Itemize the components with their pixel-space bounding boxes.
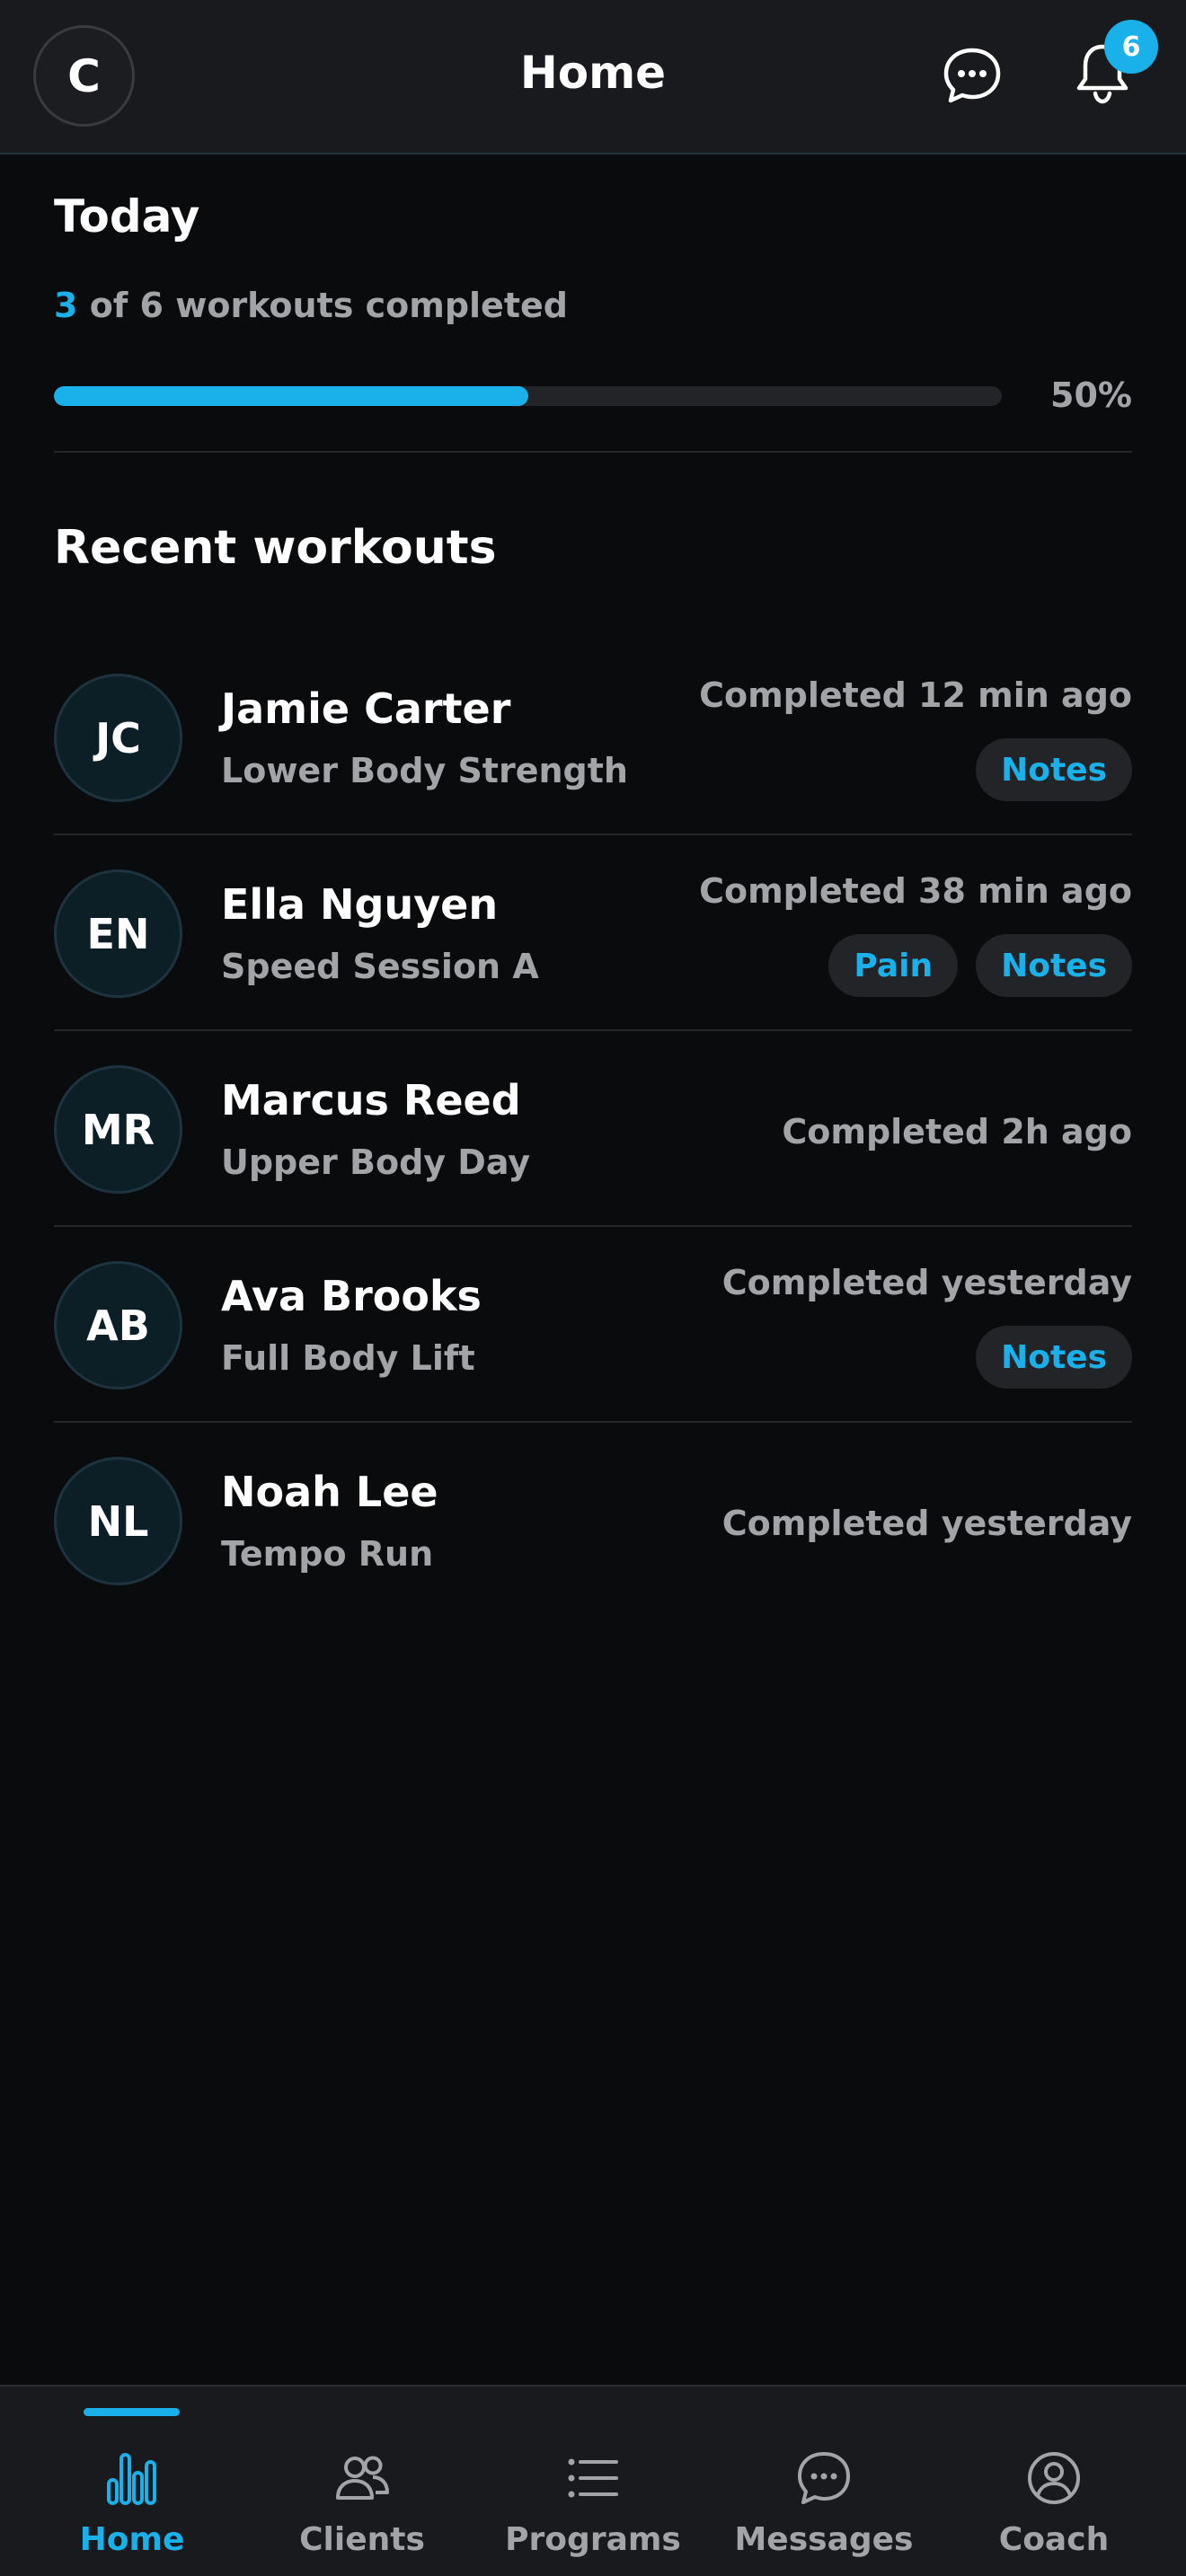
workout-row[interactable]: NL Noah Lee Tempo Run Completed yesterday bbox=[54, 1423, 1132, 1619]
progress-suffix: of 6 workouts completed bbox=[89, 286, 568, 325]
nav-messages-label: Messages bbox=[734, 2521, 914, 2558]
client-name: Ella Nguyen bbox=[221, 880, 499, 929]
tag-pain[interactable]: Pain bbox=[828, 934, 959, 997]
client-avatar: MR bbox=[54, 1065, 182, 1194]
workout-row[interactable]: MR Marcus Reed Upper Body Day Completed 2h … bbox=[54, 1031, 1132, 1227]
workout-program-name: Upper Body Day bbox=[221, 1142, 531, 1182]
client-avatar: AB bbox=[54, 1261, 182, 1389]
nav-clients-label: Clients bbox=[299, 2521, 425, 2558]
chat-bubble-icon[interactable] bbox=[942, 45, 1003, 106]
progress-percent: 50% bbox=[1050, 375, 1132, 415]
workout-row[interactable]: EN Ella Nguyen Speed Session A Completed 38… bbox=[54, 835, 1132, 1031]
client-avatar: EN bbox=[54, 869, 182, 998]
user-circle-icon bbox=[1028, 2452, 1080, 2504]
tag-notes[interactable]: Notes bbox=[976, 1326, 1132, 1389]
recent-workouts-list: JC Jamie Carter Lower Body Strength Complet… bbox=[54, 640, 1132, 1619]
client-avatar: JC bbox=[54, 674, 182, 802]
workout-program-name: Lower Body Strength bbox=[221, 751, 628, 790]
top-bar: C Home 6 bbox=[0, 0, 1186, 154]
nav-home[interactable]: Home bbox=[33, 2386, 231, 2576]
notification-badge: 6 bbox=[1104, 20, 1158, 74]
home-screen: C Home 6 Today 3 of 6 workouts completed… bbox=[0, 0, 1186, 2576]
client-name: Jamie Carter bbox=[221, 684, 511, 733]
workout-row[interactable]: AB Ava Brooks Full Body Lift Completed yest… bbox=[54, 1227, 1132, 1423]
client-name: Noah Lee bbox=[221, 1468, 438, 1516]
progress-bar-fill bbox=[54, 386, 528, 406]
nav-programs-label: Programs bbox=[505, 2521, 681, 2558]
nav-messages[interactable]: Messages bbox=[725, 2386, 923, 2576]
recent-workouts-heading: Recent workouts bbox=[54, 521, 497, 575]
bottom-navigation: Home Clients Programs Messages Coach bbox=[0, 2385, 1186, 2576]
completion-status: Completed yesterday bbox=[721, 1504, 1132, 1543]
tag-notes[interactable]: Notes bbox=[976, 738, 1132, 801]
tag-notes[interactable]: Notes bbox=[976, 934, 1132, 997]
completion-status: Completed 12 min ago bbox=[699, 675, 1132, 715]
today-heading: Today bbox=[54, 190, 200, 243]
workout-program-name: Tempo Run bbox=[221, 1534, 434, 1574]
section-divider bbox=[54, 451, 1132, 453]
client-avatar: NL bbox=[54, 1457, 182, 1585]
workout-program-name: Speed Session A bbox=[221, 947, 539, 986]
page-title: Home bbox=[519, 47, 667, 99]
nav-clients[interactable]: Clients bbox=[263, 2386, 461, 2576]
workout-tags: Notes bbox=[976, 738, 1132, 801]
users-icon bbox=[336, 2456, 389, 2500]
workouts-progress-text: 3 of 6 workouts completed bbox=[54, 286, 568, 325]
client-name: Marcus Reed bbox=[221, 1076, 521, 1125]
completion-status: Completed 2h ago bbox=[782, 1112, 1132, 1151]
bar-chart-icon bbox=[107, 2453, 156, 2505]
workout-program-name: Full Body Lift bbox=[221, 1338, 475, 1378]
completion-status: Completed yesterday bbox=[721, 1263, 1132, 1302]
chat-bubble-icon bbox=[798, 2452, 850, 2504]
nav-coach-label: Coach bbox=[998, 2521, 1110, 2558]
workout-row[interactable]: JC Jamie Carter Lower Body Strength Complet… bbox=[54, 640, 1132, 835]
client-name: Ava Brooks bbox=[221, 1272, 482, 1320]
progress-bar bbox=[54, 386, 1002, 406]
nav-home-label: Home bbox=[79, 2521, 185, 2558]
completed-count: 3 bbox=[54, 286, 78, 325]
workout-tags: Pain Notes bbox=[828, 934, 1132, 997]
completion-status: Completed 38 min ago bbox=[699, 871, 1132, 911]
nav-programs[interactable]: Programs bbox=[494, 2386, 692, 2576]
list-icon bbox=[568, 2458, 618, 2498]
workout-tags: Notes bbox=[976, 1326, 1132, 1389]
nav-coach[interactable]: Coach bbox=[955, 2386, 1153, 2576]
